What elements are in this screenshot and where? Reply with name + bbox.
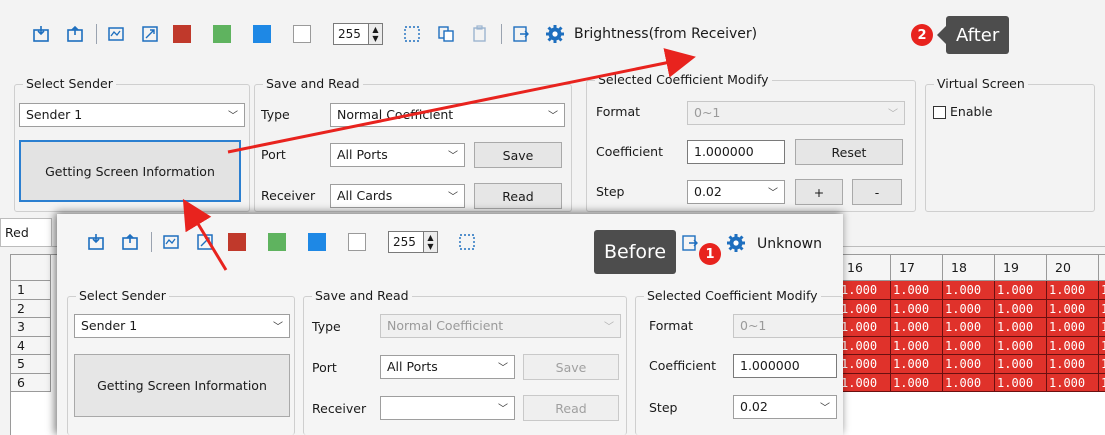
after-tag-pointer (937, 26, 946, 44)
annotation-arrows (182, 48, 696, 271)
after-tag: After (937, 16, 1010, 54)
after-tag-label: After (956, 24, 1000, 46)
arrow-to-get-info (182, 198, 228, 271)
before-tag: Before (594, 230, 677, 274)
step-badge-1: 1 (699, 243, 721, 265)
before-tag-label: Before (604, 241, 667, 263)
step-badge-2: 2 (911, 24, 933, 46)
arrow-to-after (227, 48, 696, 154)
